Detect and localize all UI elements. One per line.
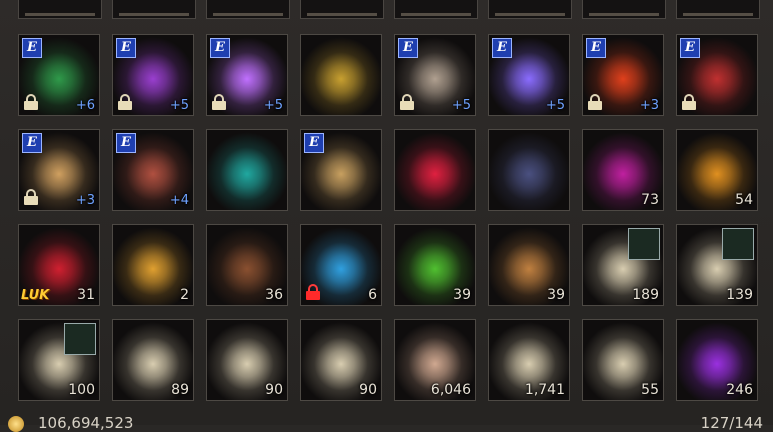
item-quantity: 54	[735, 192, 753, 208]
inventory-slot-dragon-orb[interactable]: 6,046	[394, 319, 476, 401]
item-quantity: 39	[547, 287, 565, 303]
inventory-slot-golden-chest[interactable]: 54	[676, 129, 758, 211]
crystal-icon	[395, 130, 475, 210]
inventory-slot-blue-potion[interactable]: 6	[300, 224, 382, 306]
slot-edge	[18, 0, 102, 19]
inventory-slot-golden-bracelet[interactable]: E	[300, 129, 382, 211]
gold-amount: 106,694,523	[38, 414, 134, 432]
lock-icon	[400, 94, 414, 110]
inventory-slot-rune-stone-red[interactable]: E +3	[582, 34, 664, 116]
inventory-slot-emerald-ankh-emblem[interactable]: E +6	[18, 34, 100, 116]
inventory-slot-scroll-haste[interactable]: 90	[206, 319, 288, 401]
enhance-level: +6	[75, 98, 95, 113]
inventory-slot-ruby-band[interactable]: E	[676, 34, 758, 116]
inventory-capacity: 127/144	[700, 414, 763, 432]
scroll-type-icon	[722, 228, 754, 260]
inventory-panel: E +6 E +5 E +5 E +5 E +5 E +3 E E +3 E +4 E 73 54 LUK 31 2 36 6 3…	[0, 0, 773, 432]
lock-icon	[682, 94, 696, 110]
item-quantity: 90	[359, 382, 377, 398]
item-quantity: 246	[726, 382, 753, 398]
slot-edge	[394, 0, 478, 19]
slot-edge	[582, 0, 666, 19]
inventory-slot-scroll-teleport-a[interactable]: 189	[582, 224, 664, 306]
inventory-slot-violet-ankh-emblem[interactable]: E +5	[112, 34, 194, 116]
enhance-level: +3	[639, 98, 659, 113]
enhance-level: +5	[545, 98, 565, 113]
item-quantity: 39	[453, 287, 471, 303]
inventory-slot-armor-enchant-scroll[interactable]: 55	[582, 319, 664, 401]
item-quantity: 89	[171, 382, 189, 398]
slot-edge	[206, 0, 290, 19]
gold-coin-icon	[8, 416, 24, 432]
item-quantity: 100	[68, 382, 95, 398]
enhance-level: +4	[169, 193, 189, 208]
enhance-level: +3	[75, 193, 95, 208]
item-quantity: 55	[641, 382, 659, 398]
inventory-slot-crystal-orb-staff[interactable]: E +5	[206, 34, 288, 116]
equipped-badge-icon: E	[22, 133, 42, 153]
equipped-badge-icon: E	[210, 38, 230, 58]
item-quantity: 2	[180, 287, 189, 303]
inventory-slot-luk-box[interactable]: LUK 31	[18, 224, 100, 306]
equipped-badge-icon: E	[398, 38, 418, 58]
equipped-badge-icon: E	[304, 133, 324, 153]
ring-icon	[301, 35, 381, 115]
item-quantity: 189	[632, 287, 659, 303]
inventory-slot-scroll-skill[interactable]: 100	[18, 319, 100, 401]
inventory-slot-emerald-ring[interactable]	[300, 34, 382, 116]
equipped-badge-icon: E	[586, 38, 606, 58]
inventory-slot-rune-tablet[interactable]: E +4	[112, 129, 194, 211]
lock-icon	[306, 284, 320, 300]
item-quantity: 1,741	[524, 382, 565, 398]
inventory-slot-skull-ring[interactable]: E +5	[394, 34, 476, 116]
scroll-type-icon	[628, 228, 660, 260]
equipped-badge-icon: E	[22, 38, 42, 58]
inventory-slot-sealed-chest[interactable]: 36	[206, 224, 288, 306]
shield-arrows-icon	[489, 130, 569, 210]
inventory-slot-scroll-chalice[interactable]: 89	[112, 319, 194, 401]
lock-icon	[24, 94, 38, 110]
enhance-level: +5	[451, 98, 471, 113]
item-quantity: 73	[641, 192, 659, 208]
lock-icon	[212, 94, 226, 110]
enhance-level: +5	[263, 98, 283, 113]
lock-icon	[118, 94, 132, 110]
inventory-slot-weapon-enchant-scroll[interactable]: 1,741	[488, 319, 570, 401]
equipped-badge-icon: E	[680, 38, 700, 58]
inventory-slot-magenta-pouch[interactable]: 73	[582, 129, 664, 211]
equipped-badge-icon: E	[492, 38, 512, 58]
inventory-slot-food-platter[interactable]: 39	[488, 224, 570, 306]
scroll-type-icon	[64, 323, 96, 355]
inventory-slot-violet-crystal-card[interactable]: 246	[676, 319, 758, 401]
item-quantity: 31	[77, 287, 95, 303]
item-quantity: 90	[265, 382, 283, 398]
equipped-badge-icon: E	[116, 38, 136, 58]
item-quantity: 36	[265, 287, 283, 303]
inventory-slot-scroll-teleport-b[interactable]: 139	[676, 224, 758, 306]
lock-icon	[24, 189, 38, 205]
previous-row-edge	[0, 0, 773, 22]
item-quantity: 6	[368, 287, 377, 303]
lock-icon	[588, 94, 602, 110]
equipped-badge-icon: E	[116, 133, 136, 153]
item-tag: LUK	[21, 288, 50, 303]
slot-edge	[676, 0, 760, 19]
inventory-slot-green-potion[interactable]: 39	[394, 224, 476, 306]
slot-edge	[488, 0, 572, 19]
inventory-slot-gold-pouch[interactable]: 2	[112, 224, 194, 306]
slot-edge	[300, 0, 384, 19]
item-quantity: 6,046	[430, 382, 471, 398]
inventory-slot-upgrade-shield[interactable]	[488, 129, 570, 211]
inventory-slot-scroll-revive[interactable]: 90	[300, 319, 382, 401]
inventory-slot-red-crystal[interactable]	[394, 129, 476, 211]
inventory-footer: 106,694,523 127/144	[0, 410, 773, 432]
enhance-level: +5	[169, 98, 189, 113]
inventory-grid: E +6 E +5 E +5 E +5 E +5 E +3 E E +3 E +4 E 73 54 LUK 31 2 36 6 3…	[18, 34, 758, 401]
inventory-slot-teal-rune-stone[interactable]	[206, 129, 288, 211]
item-quantity: 139	[726, 287, 753, 303]
slot-edge	[112, 0, 196, 19]
inventory-slot-skull-signet-ring[interactable]: E +3	[18, 129, 100, 211]
inventory-slot-violet-jewel-ring[interactable]: E +5	[488, 34, 570, 116]
rune-stone-icon	[207, 130, 287, 210]
